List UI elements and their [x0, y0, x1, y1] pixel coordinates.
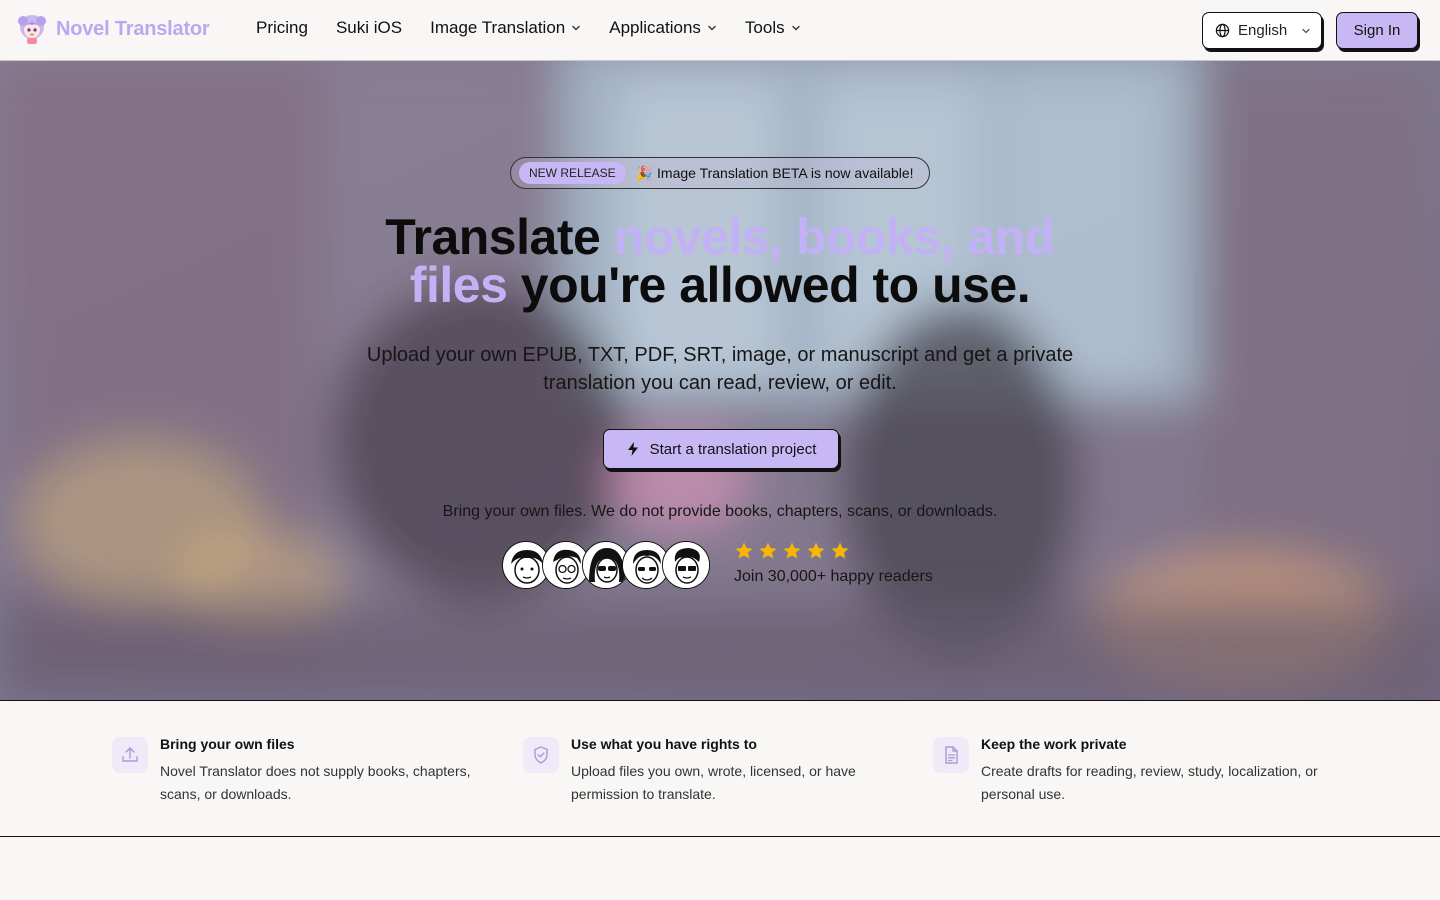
headline-accent2: files — [409, 257, 508, 313]
feature-description: Upload files you own, wrote, licensed, o… — [571, 763, 856, 802]
nav-pricing-label: Pricing — [256, 18, 308, 37]
feature-title: Use what you have rights to — [571, 736, 757, 752]
chevron-down-icon — [791, 25, 800, 31]
globe-icon — [1215, 23, 1230, 38]
chevron-down-icon — [572, 25, 580, 31]
main-nav: Pricing Suki iOS Image Translation Appli… — [256, 18, 829, 38]
nav-tools-label: Tools — [744, 18, 785, 37]
hero-subheadline: Upload your own EPUB, TXT, PDF, SRT, ima… — [366, 344, 1074, 394]
nav-suki-ios-label: Suki iOS — [335, 18, 403, 37]
hero-content: NEW RELEASE 🎉 Image Translation BETA is … — [0, 61, 1440, 700]
readers-count-text: Join 30,000+ happy readers — [734, 568, 933, 585]
nav-applications[interactable]: Applications — [609, 18, 717, 38]
reader-avatars — [502, 541, 710, 589]
features-section: Bring your own files Novel Translator do… — [0, 702, 1440, 837]
brand-name: Novel Translator — [56, 17, 210, 40]
hero-headline: Translate novels, books, and files you'r… — [300, 212, 1140, 310]
release-announcement[interactable]: NEW RELEASE 🎉 Image Translation BETA is … — [510, 157, 930, 189]
star-icon — [783, 542, 801, 559]
start-translation-button[interactable]: Start a translation project — [603, 429, 839, 469]
release-text: 🎉 Image Translation BETA is now availabl… — [635, 164, 914, 181]
star-icon — [807, 542, 825, 559]
hero-disclaimer: Bring your own files. We do not provide … — [442, 503, 998, 520]
nav-image-translation-label: Image Translation — [430, 18, 566, 37]
document-icon — [933, 737, 969, 773]
brand[interactable]: Novel Translator — [16, 13, 210, 45]
chevron-down-icon — [1302, 28, 1310, 33]
anime-girl-logo-icon — [18, 15, 46, 44]
face-avatar-icon — [663, 542, 709, 588]
nav-tools[interactable]: Tools — [745, 18, 801, 38]
upload-icon — [112, 737, 148, 773]
nav-pricing[interactable]: Pricing — [256, 18, 308, 38]
avatar — [662, 541, 710, 589]
chevron-down-icon — [708, 25, 716, 31]
shield-check-icon — [523, 737, 559, 773]
nav-suki-ios[interactable]: Suki iOS — [336, 18, 402, 38]
site-header: Novel Translator Pricing Suki iOS Image … — [0, 0, 1440, 61]
feature-description: Novel Translator does not supply books, … — [160, 763, 471, 802]
feature-title: Keep the work private — [981, 736, 1127, 752]
feature-description: Create drafts for reading, review, study… — [981, 763, 1318, 802]
star-icon — [831, 542, 849, 559]
star-icon — [759, 542, 777, 559]
nav-applications-label: Applications — [609, 18, 701, 37]
nav-image-translation[interactable]: Image Translation — [430, 18, 581, 38]
start-translation-label: Start a translation project — [649, 440, 817, 458]
rating-stars — [734, 541, 850, 561]
language-label: English — [1238, 22, 1288, 39]
sign-in-button[interactable]: Sign In — [1336, 12, 1418, 49]
feature-title: Bring your own files — [160, 736, 295, 752]
new-release-badge: NEW RELEASE — [519, 162, 626, 184]
star-icon — [735, 542, 753, 559]
lightning-icon — [627, 442, 638, 456]
language-select[interactable]: English — [1202, 12, 1322, 49]
hero-section: NEW RELEASE 🎉 Image Translation BETA is … — [0, 61, 1440, 701]
headline-part2: you're allowed to use. — [507, 257, 1031, 313]
